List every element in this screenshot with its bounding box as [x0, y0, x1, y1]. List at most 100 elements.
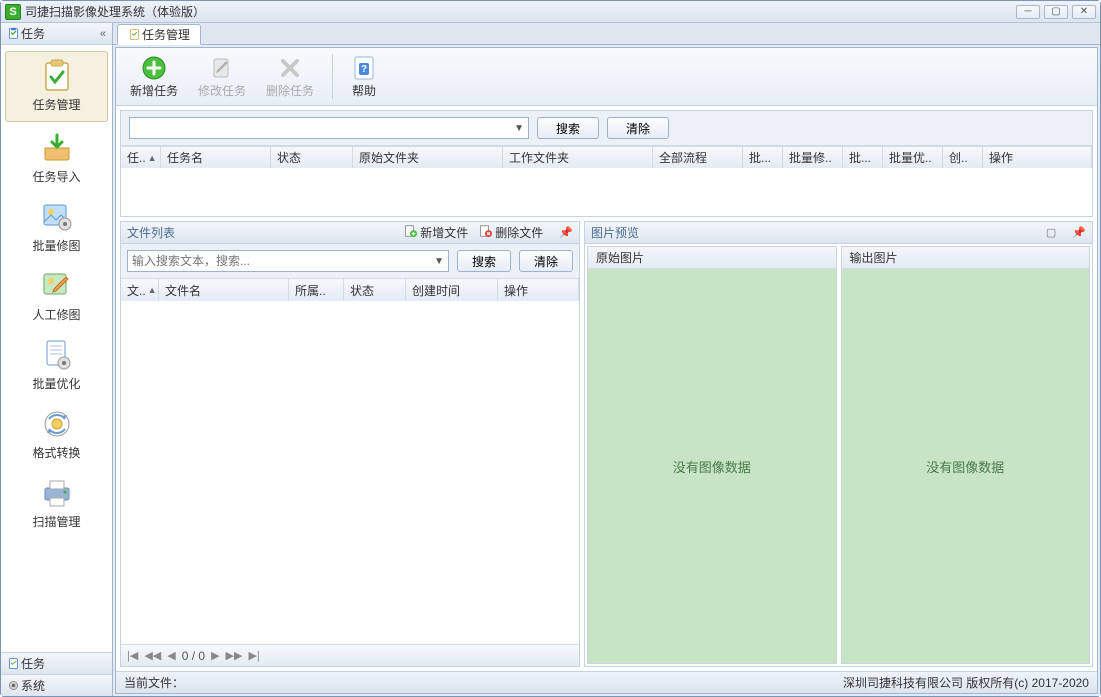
- minimize-button[interactable]: ─: [1016, 5, 1040, 19]
- close-button[interactable]: ✕: [1072, 5, 1096, 19]
- sidebar-header: 任务 «: [1, 23, 112, 45]
- col-action[interactable]: 操作: [983, 147, 1092, 168]
- delete-file-button[interactable]: 删除文件: [478, 224, 543, 241]
- tabstrip: 任务管理: [113, 23, 1100, 45]
- sidebar-item-label: 人工修图: [32, 306, 80, 323]
- chevron-down-icon[interactable]: ▼: [514, 123, 524, 134]
- sidebar-item-label: 扫描管理: [32, 513, 80, 530]
- sidebar-group-system[interactable]: 系统: [1, 674, 112, 696]
- col-file-id[interactable]: 文..▲: [121, 279, 159, 301]
- col-belong[interactable]: 所属..: [289, 279, 344, 301]
- sidebar-item-batch-fix[interactable]: 批量修图: [1, 193, 112, 262]
- delete-task-button[interactable]: 删除任务: [256, 50, 324, 103]
- task-grid-body: [121, 168, 1092, 216]
- preview-header: 原始图片: [588, 247, 836, 269]
- pager-first-icon[interactable]: |◀: [127, 649, 138, 662]
- add-task-button[interactable]: 新增任务: [120, 50, 188, 103]
- image-gear-icon: [37, 199, 77, 235]
- svg-text:?: ?: [361, 64, 367, 75]
- col-batch-opt[interactable]: 批量优..: [883, 147, 943, 168]
- file-x-icon: [478, 224, 492, 241]
- title-bar: S 司捷扫描影像处理系统（体验版） ─ ▢ ✕: [1, 1, 1100, 23]
- task-search-input[interactable]: [134, 121, 514, 135]
- sidebar-title: 任务: [21, 25, 45, 42]
- sidebar-item-task-import[interactable]: 任务导入: [1, 124, 112, 193]
- file-search-button[interactable]: 搜索: [457, 250, 511, 272]
- file-search-combo[interactable]: ▼: [127, 250, 449, 272]
- col-create[interactable]: 创..: [943, 147, 983, 168]
- btn-label: 新增任务: [130, 82, 178, 99]
- col-created[interactable]: 创建时间: [406, 279, 498, 301]
- task-grid-header: 任..▲ 任务名 状态 原始文件夹 工作文件夹 全部流程 批... 批量修.. …: [121, 146, 1092, 168]
- maximize-panel-icon[interactable]: ▢: [1046, 226, 1056, 239]
- task-search-combo[interactable]: ▼: [129, 117, 529, 139]
- pin-icon[interactable]: 📌: [559, 226, 573, 239]
- tab-label: 任务管理: [142, 26, 190, 43]
- help-doc-icon: ?: [351, 54, 377, 82]
- sidebar-collapse-icon[interactable]: «: [100, 28, 106, 40]
- sidebar-item-label: 任务管理: [32, 96, 80, 113]
- clipboard-icon: [128, 28, 142, 41]
- col-orig-folder[interactable]: 原始文件夹: [353, 147, 503, 168]
- btn-label: 删除任务: [266, 82, 314, 99]
- clipboard-check-icon: [37, 58, 77, 94]
- pager-prev-icon[interactable]: ◀: [167, 649, 175, 662]
- col-batch1[interactable]: 批...: [743, 147, 783, 168]
- file-grid-header: 文..▲ 文件名 所属.. 状态 创建时间 操作: [121, 279, 579, 301]
- pager-last-icon[interactable]: ▶|: [248, 649, 259, 662]
- help-button[interactable]: ? 帮助: [341, 50, 387, 103]
- file-pager: |◀ ◀◀ ◀ 0 / 0 ▶ ▶▶ ▶|: [121, 644, 579, 666]
- col-batch-fix[interactable]: 批量修..: [783, 147, 843, 168]
- col-action[interactable]: 操作: [498, 279, 579, 301]
- sidebar-item-manual-fix[interactable]: 人工修图: [1, 262, 112, 331]
- file-search-input[interactable]: [132, 254, 434, 268]
- task-clear-button[interactable]: 清除: [607, 117, 669, 139]
- sidebar-item-label: 批量优化: [32, 375, 80, 392]
- pager-next-fast-icon[interactable]: ▶▶: [226, 649, 243, 662]
- col-task-name[interactable]: 任务名: [161, 147, 271, 168]
- col-task-id[interactable]: 任..▲: [121, 147, 161, 168]
- clipboard-edit-icon: [209, 54, 235, 82]
- btn-label: 帮助: [352, 82, 376, 99]
- task-search-button[interactable]: 搜索: [537, 117, 599, 139]
- panel-title: 图片预览: [591, 224, 1040, 241]
- edit-task-button[interactable]: 修改任务: [188, 50, 256, 103]
- sidebar-group-task[interactable]: 任务: [1, 652, 112, 674]
- col-batch2[interactable]: 批...: [843, 147, 883, 168]
- col-work-folder[interactable]: 工作文件夹: [503, 147, 653, 168]
- group-label: 任务: [21, 655, 45, 672]
- col-status[interactable]: 状态: [344, 279, 406, 301]
- tab-task-manage[interactable]: 任务管理: [117, 24, 201, 45]
- document-gear-icon: [37, 337, 77, 373]
- sidebar: 任务 « 任务管理 任务导入: [1, 23, 113, 696]
- original-image-box: 原始图片 没有图像数据: [587, 246, 837, 664]
- sidebar-item-scan-manage[interactable]: 扫描管理: [1, 469, 112, 538]
- group-label: 系统: [21, 677, 45, 694]
- maximize-button[interactable]: ▢: [1044, 5, 1068, 19]
- x-icon: [278, 54, 302, 82]
- file-plus-icon: [403, 224, 417, 241]
- preview-canvas-original: 没有图像数据: [588, 269, 836, 663]
- sidebar-item-label: 任务导入: [32, 168, 80, 185]
- chevron-down-icon[interactable]: ▼: [434, 256, 444, 267]
- status-current-file: 当前文件：: [124, 674, 184, 691]
- col-status[interactable]: 状态: [271, 147, 353, 168]
- panel-title: 文件列表: [127, 224, 403, 241]
- toolbar: 新增任务 修改任务 删除任务: [116, 48, 1097, 106]
- col-file-name[interactable]: 文件名: [159, 279, 289, 301]
- sidebar-item-batch-optimize[interactable]: 批量优化: [1, 331, 112, 400]
- sidebar-item-task-manage[interactable]: 任务管理: [5, 51, 108, 122]
- file-clear-button[interactable]: 清除: [519, 250, 573, 272]
- col-all-process[interactable]: 全部流程: [653, 147, 743, 168]
- app-window: S 司捷扫描影像处理系统（体验版） ─ ▢ ✕ 任务 « 任务: [0, 0, 1101, 697]
- plus-circle-icon: [141, 54, 167, 82]
- pager-next-icon[interactable]: ▶: [211, 649, 219, 662]
- pager-prev-fast-icon[interactable]: ◀◀: [144, 649, 161, 662]
- inbox-icon: [37, 130, 77, 166]
- preview-canvas-output: 没有图像数据: [842, 269, 1090, 663]
- status-bar: 当前文件： 深圳司捷科技有限公司 版权所有(c) 2017-2020: [116, 671, 1097, 693]
- sidebar-item-format-convert[interactable]: 格式转换: [1, 400, 112, 469]
- btn-label: 修改任务: [198, 82, 246, 99]
- pin-icon[interactable]: 📌: [1072, 226, 1086, 239]
- add-file-button[interactable]: 新增文件: [403, 224, 468, 241]
